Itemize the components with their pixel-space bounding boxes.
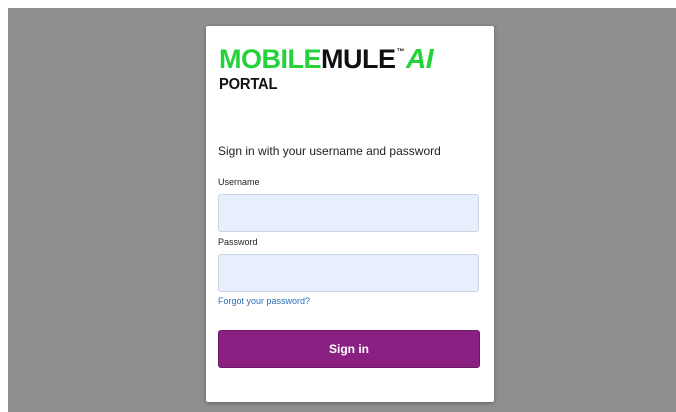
mobilemule-ai-logo: MOBILEMULE™AI xyxy=(219,43,434,75)
logo-trademark: ™ xyxy=(396,47,405,56)
password-field[interactable] xyxy=(218,254,479,292)
signin-heading: Sign in with your username and password xyxy=(218,144,441,158)
portal-subtitle: PORTAL xyxy=(219,76,278,93)
login-card: MOBILEMULE™AI PORTAL Sign in with your u… xyxy=(206,26,494,402)
logo-text-mobile: MOBILE xyxy=(219,44,322,74)
logo-text-mule: MULE xyxy=(321,44,396,74)
logo-text-ai: AI xyxy=(406,43,434,74)
username-field[interactable] xyxy=(218,194,479,232)
forgot-password-link[interactable]: Forgot your password? xyxy=(218,296,310,306)
username-label: Username xyxy=(218,177,260,187)
sign-in-button[interactable]: Sign in xyxy=(218,330,480,368)
password-label: Password xyxy=(218,237,258,247)
